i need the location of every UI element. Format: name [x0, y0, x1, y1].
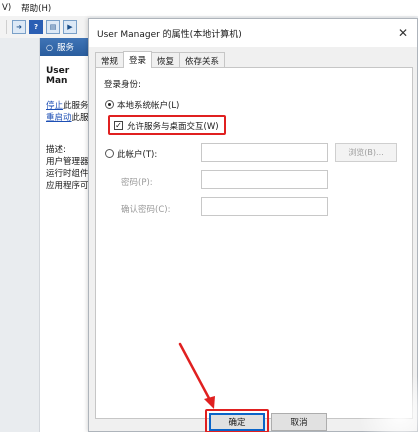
restart-service-suffix: 此服 [71, 113, 89, 123]
services-header: ○ 服务 [40, 38, 93, 56]
password-field[interactable] [201, 170, 328, 189]
services-panel: ○ 服务 User Man 停止此服务 重启动此服 描述: 用户管理器 运行时组… [40, 38, 94, 432]
selected-service-name: User Man [46, 66, 70, 86]
account-input[interactable] [201, 143, 328, 162]
help-icon[interactable]: ? [29, 20, 43, 34]
corner-watermark [358, 372, 418, 432]
menu-help[interactable]: 帮助(H) [21, 2, 51, 14]
service-description: 描述: 用户管理器 运行时组件 应用程序可 [40, 124, 93, 192]
local-system-radio[interactable] [105, 100, 114, 109]
stop-service-link[interactable]: 停止 [46, 101, 63, 111]
stop-service-suffix: 此服务 [63, 101, 89, 111]
allow-desktop-checkbox[interactable]: ✓ [114, 121, 123, 130]
logon-as-label: 登录身份: [104, 80, 141, 90]
description-line: 用户管理器 [46, 157, 89, 167]
logon-tab-page: 登录身份: 本地系统帐户(L) ✓ 允许服务与桌面交互(W) 此帐户(T): 浏… [95, 67, 413, 419]
menu-bar: V) 帮助(H) [0, 0, 418, 16]
this-account-label: 此帐户(T): [117, 150, 158, 160]
menu-view[interactable]: V) [2, 3, 11, 13]
search-icon: ○ [46, 42, 53, 52]
toolbar: ➜ ? ▤ ▶ [0, 16, 90, 38]
confirm-password-field[interactable] [201, 197, 328, 216]
restart-service-link[interactable]: 重启动 [46, 113, 72, 123]
left-tree-panel [0, 38, 40, 432]
services-header-label: 服务 [56, 43, 74, 53]
toolbar-separator [6, 20, 7, 34]
screen: V) 帮助(H) ➜ ? ▤ ▶ ○ 服务 User Man 停止此服务 重启动… [0, 0, 418, 432]
allow-desktop-label: 允许服务与桌面交互(W) [127, 122, 219, 132]
stop-service-link-row: 停止此服务 [46, 100, 93, 112]
description-line: 描述: [46, 145, 66, 155]
tab-recovery[interactable]: 恢复 [151, 52, 181, 67]
description-line: 运行时组件 [46, 169, 89, 179]
description-line: 应用程序可 [46, 181, 89, 191]
tab-logon[interactable]: 登录 [123, 51, 153, 68]
ok-button[interactable]: 确定 [209, 413, 265, 431]
restart-service-link-row: 重启动此服 [46, 112, 93, 124]
cancel-button[interactable]: 取消 [271, 413, 327, 431]
properties-icon[interactable]: ▤ [46, 20, 60, 34]
confirm-password-label: 确认密码(C): [121, 205, 171, 215]
tab-general[interactable]: 常规 [95, 52, 125, 67]
dialog-tabs: 常规 登录 恢复 依存关系 [95, 51, 226, 68]
tab-dependencies[interactable]: 依存关系 [179, 52, 226, 67]
export-icon[interactable]: ➜ [12, 20, 26, 34]
this-account-radio[interactable] [105, 149, 114, 158]
dialog-title: User Manager 的属性(本地计算机) [97, 29, 242, 40]
local-system-label: 本地系统帐户(L) [117, 101, 180, 111]
dialog-titlebar[interactable]: User Manager 的属性(本地计算机) ✕ [89, 19, 417, 47]
browse-button[interactable]: 浏览(B)... [335, 143, 397, 162]
password-label: 密码(P): [121, 178, 153, 188]
service-actions: 停止此服务 重启动此服 [40, 86, 93, 124]
properties-dialog: User Manager 的属性(本地计算机) ✕ 常规 登录 恢复 依存关系 … [88, 18, 418, 432]
play-icon[interactable]: ▶ [63, 20, 77, 34]
close-icon[interactable]: ✕ [389, 19, 417, 47]
